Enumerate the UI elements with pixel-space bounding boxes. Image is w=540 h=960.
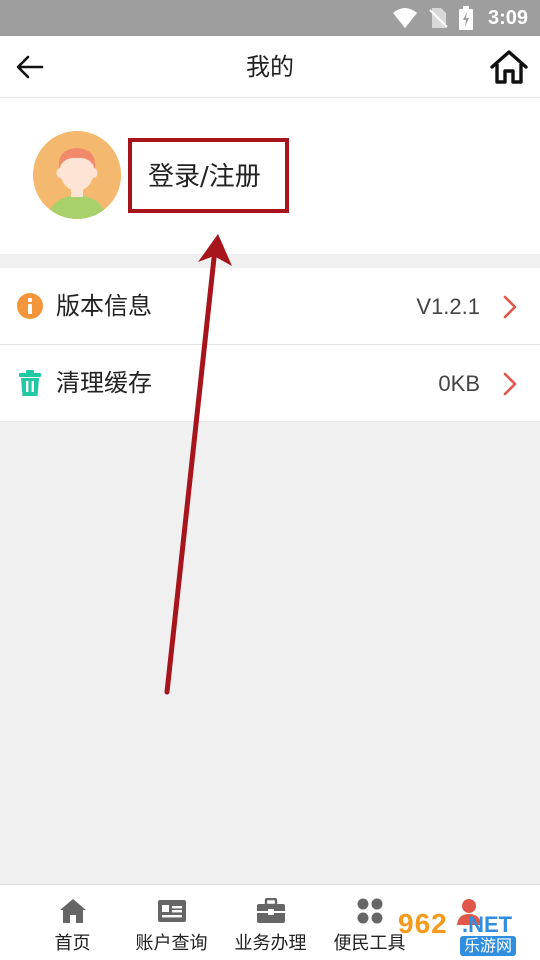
menu-item-label: 清理缓存 — [56, 369, 152, 397]
trash-icon — [19, 370, 41, 396]
menu-item-clear-cache[interactable]: 清理缓存 0KB — [0, 345, 540, 422]
tab-account-query[interactable]: 账户查询 — [122, 885, 221, 960]
chevron-right-icon — [503, 295, 517, 319]
briefcase-icon — [256, 897, 286, 925]
annotation-highlight-box — [128, 138, 289, 213]
app-header: 我的 — [0, 36, 540, 98]
version-value: V1.2.1 — [416, 294, 480, 319]
menu-item-label: 版本信息 — [56, 292, 152, 320]
grid-icon — [355, 897, 385, 925]
id-card-icon — [157, 897, 187, 925]
home-button[interactable] — [488, 47, 530, 87]
chevron-right-icon — [503, 372, 517, 396]
tab-label: 账户查询 — [135, 933, 208, 954]
site-watermark: 962 .NET 乐游网 — [390, 900, 540, 960]
tab-home[interactable]: 首页 — [23, 885, 122, 960]
home-icon — [58, 897, 88, 925]
status-time: 3:09 — [487, 6, 528, 29]
settings-menu: 版本信息 V1.2.1 清理缓存 0KB — [0, 268, 540, 422]
profile-card: 登录/注册 — [0, 98, 540, 254]
watermark-net: .NET — [462, 912, 513, 937]
tab-label: 首页 — [54, 933, 91, 954]
battery-charging-icon — [458, 6, 474, 30]
cache-size-value: 0KB — [438, 371, 480, 396]
user-avatar-icon — [33, 131, 121, 219]
watermark-site-name: 乐游网 — [460, 936, 517, 956]
tab-business[interactable]: 业务办理 — [221, 885, 320, 960]
no-sim-icon — [428, 7, 448, 29]
watermark-number: 962 — [398, 908, 448, 939]
avatar[interactable] — [33, 131, 121, 219]
menu-item-version[interactable]: 版本信息 V1.2.1 — [0, 268, 540, 345]
home-icon — [490, 50, 528, 84]
info-icon — [17, 293, 43, 319]
wifi-icon — [392, 7, 418, 29]
status-bar: 3:09 — [0, 0, 540, 36]
tab-label: 业务办理 — [234, 933, 307, 954]
page-title: 我的 — [246, 53, 294, 81]
